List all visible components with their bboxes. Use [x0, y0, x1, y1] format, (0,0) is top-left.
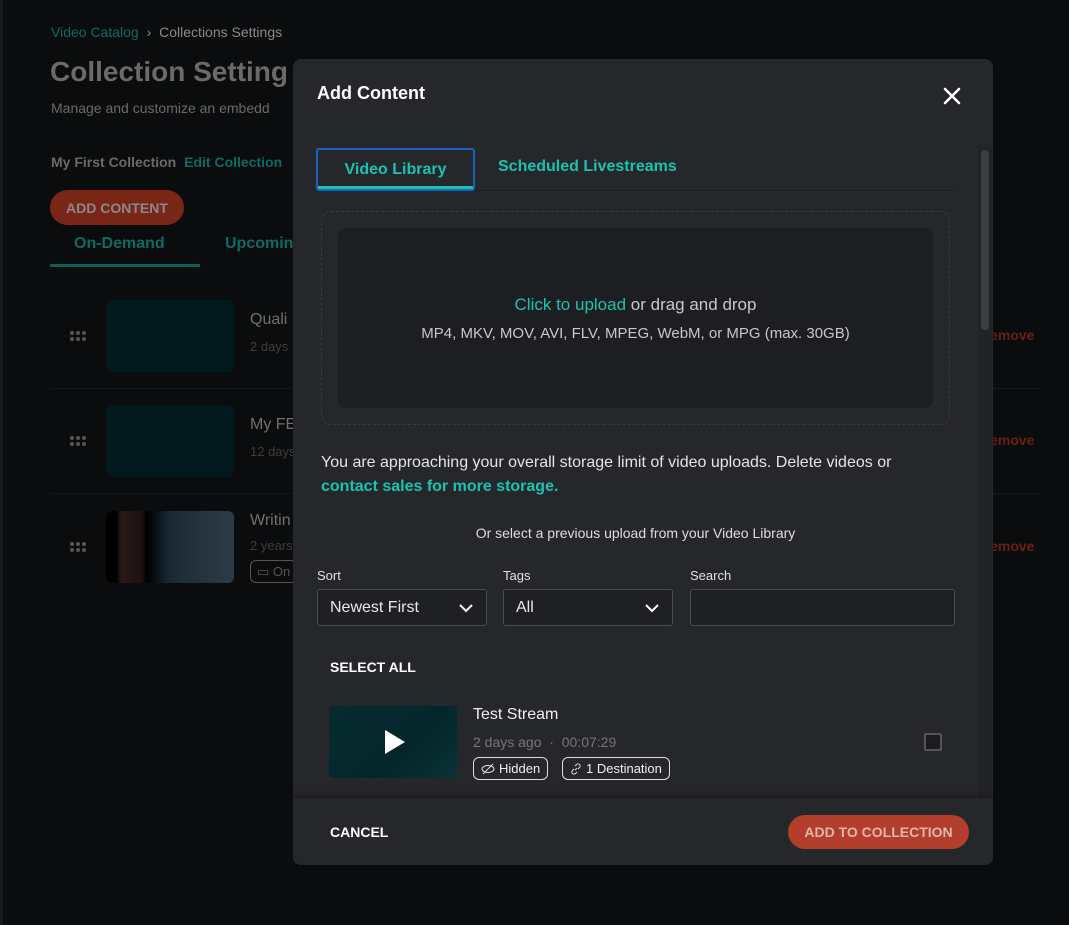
breadcrumb-video-catalog[interactable]: Video Catalog — [51, 24, 139, 40]
upload-prompt: Click to upload or drag and drop — [514, 295, 757, 314]
row-meta: 12 days — [250, 444, 296, 459]
hidden-badge: Hidden — [473, 757, 549, 780]
add-content-button[interactable]: ADD CONTENT — [50, 190, 184, 225]
chevron-right-icon: › — [146, 24, 152, 40]
video-thumbnail — [106, 511, 234, 583]
row-title: Writin — [250, 512, 291, 529]
collection-header: My First Collection Edit Collection — [51, 154, 282, 170]
storage-warning: You are approaching your overall storage… — [321, 454, 892, 495]
add-to-collection-button[interactable]: ADD TO COLLECTION — [788, 815, 969, 849]
row-title: My FE — [250, 416, 297, 433]
modal-title: Add Content — [317, 83, 425, 103]
cancel-button[interactable]: CANCEL — [330, 824, 388, 840]
eye-off-icon — [481, 763, 495, 774]
scrollbar[interactable] — [978, 146, 992, 798]
tab-on-demand[interactable]: On-Demand — [74, 235, 165, 253]
close-icon[interactable] — [941, 85, 963, 107]
sidebar-edge — [0, 0, 3, 925]
tab-video-library[interactable]: Video Library — [316, 148, 475, 191]
destination-badge: 1 Destination — [562, 757, 670, 780]
video-checkbox[interactable] — [924, 733, 942, 751]
page-subtitle: Manage and customize an embedd — [51, 100, 270, 116]
video-thumbnail[interactable] — [329, 706, 457, 778]
drag-handle-icon[interactable] — [70, 542, 86, 552]
tags-label: Tags — [503, 568, 531, 583]
upload-formats: MP4, MKV, MOV, AVI, FLV, MPEG, WebM, or … — [421, 325, 850, 342]
play-icon — [385, 730, 405, 754]
video-thumbnail — [106, 405, 234, 477]
library-hint: Or select a previous upload from your Vi… — [475, 525, 796, 541]
collection-name: My First Collection — [51, 154, 177, 170]
video-thumbnail — [106, 300, 234, 372]
video-meta: 2 days ago · 00:07:29 — [473, 734, 617, 750]
link-icon — [571, 762, 581, 775]
sort-select[interactable]: Newest First — [317, 589, 487, 626]
row-badge: ▭ On — [250, 560, 298, 583]
tab-upcoming[interactable]: Upcomin — [225, 235, 293, 253]
row-title: Quali — [250, 311, 288, 328]
add-content-modal: Add Content Video Library Scheduled Live… — [293, 59, 993, 865]
drag-handle-icon[interactable] — [70, 331, 86, 341]
tab-scheduled-livestreams[interactable]: Scheduled Livestreams — [498, 158, 677, 176]
modal-footer: CANCEL ADD TO COLLECTION — [293, 798, 993, 865]
select-all-button[interactable]: SELECT ALL — [330, 659, 416, 675]
sort-label: Sort — [317, 568, 341, 583]
video-title: Test Stream — [473, 706, 559, 723]
scrollbar-thumb[interactable] — [981, 150, 989, 330]
breadcrumb-current: Collections Settings — [159, 24, 283, 40]
row-meta: 2 days — [250, 339, 289, 354]
page-title: Collection Setting — [50, 56, 288, 87]
row-meta: 2 years — [250, 538, 293, 553]
breadcrumb: Video Catalog › Collections Settings — [51, 24, 282, 40]
tab-underline — [50, 264, 200, 267]
search-input[interactable] — [690, 589, 955, 626]
contact-sales-link[interactable]: contact sales for more storage. — [321, 478, 558, 495]
search-label: Search — [690, 568, 732, 583]
upload-area[interactable]: Click to upload or drag and drop MP4, MK… — [338, 228, 933, 408]
chevron-down-icon — [645, 604, 659, 613]
chevron-down-icon — [459, 604, 473, 613]
ticket-icon: ▭ — [257, 564, 273, 579]
tags-select[interactable]: All — [503, 589, 673, 626]
drag-handle-icon[interactable] — [70, 436, 86, 446]
click-to-upload-link[interactable]: Click to upload — [515, 295, 627, 314]
edit-collection-link[interactable]: Edit Collection — [184, 154, 282, 170]
